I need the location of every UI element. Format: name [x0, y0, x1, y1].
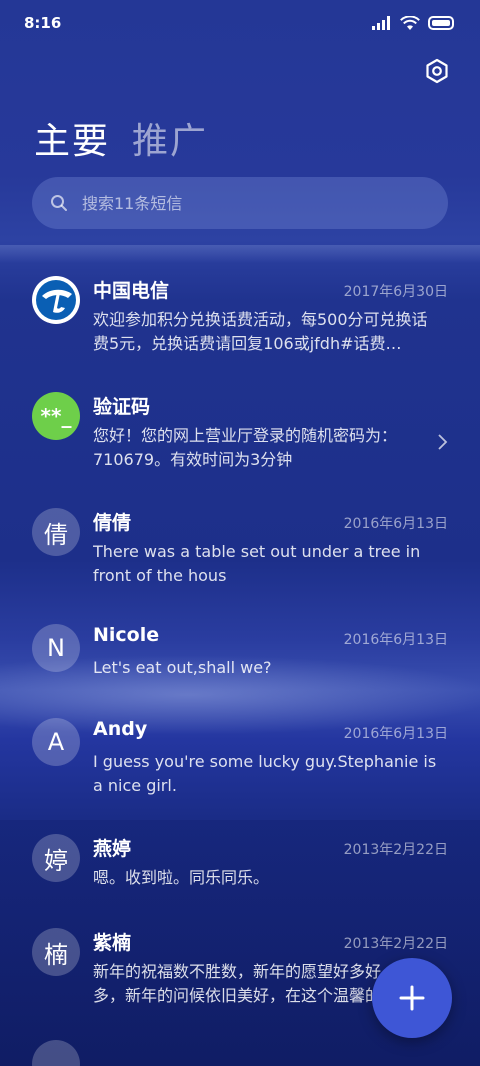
status-bar: 8:16: [0, 0, 480, 46]
message-date: 2013年2月22日: [343, 936, 448, 952]
gear-icon: [426, 58, 448, 84]
sender-name: 紫楠: [93, 932, 132, 954]
search-icon: [51, 195, 67, 211]
message-preview: 嗯。收到啦。同乐同乐。: [93, 868, 270, 887]
search-input[interactable]: [82, 193, 402, 213]
message-date: 2016年6月13日: [343, 632, 448, 648]
message-preview: 您好！您的网上营业厅登录的随机密码为：710679。有效时间为3分钟: [93, 426, 398, 469]
avatar: 倩: [32, 508, 80, 556]
settings-button[interactable]: [424, 58, 450, 84]
avatar: 婷: [32, 834, 80, 882]
conversation-item[interactable]: 婷 燕婷 2013年2月22日 嗯。收到啦。同乐同乐。: [0, 822, 480, 916]
conversation-item[interactable]: **_ 验证码 您好！您的网上营业厅登录的随机密码为：710679。有效时间为3…: [0, 380, 480, 496]
conversation-item[interactable]: 中国电信 2017年6月30日 欢迎参加积分兑换话费活动，每500分可兑换话费5…: [0, 264, 480, 380]
avatar: A: [32, 718, 80, 766]
avatar: 楠: [32, 928, 80, 976]
status-time: 8:16: [24, 14, 62, 32]
battery-icon: [428, 16, 454, 30]
plus-icon: [399, 985, 425, 1011]
tab-bar: 主要 推广: [34, 112, 208, 164]
message-date: 2017年6月30日: [343, 284, 448, 300]
message-preview: 新年的祝福数不胜数，新年的愿望好多好多，新年的问候依旧美好，在这个温馨的: [93, 962, 382, 1005]
status-icons: [372, 15, 456, 31]
chevron-right-icon[interactable]: [436, 432, 448, 452]
avatar: N: [32, 624, 80, 672]
message-preview: There was a table set out under a tree i…: [93, 542, 421, 585]
message-preview: Let's eat out,shall we?: [93, 658, 272, 677]
message-preview: I guess you're some lucky guy.Stephanie …: [93, 752, 437, 795]
message-list: 中国电信 2017年6月30日 欢迎参加积分兑换话费活动，每500分可兑换话费5…: [0, 264, 480, 1032]
conversation-item[interactable]: 倩 倩倩 2016年6月13日 There was a table set ou…: [0, 496, 480, 612]
tab-primary[interactable]: 主要: [34, 112, 110, 164]
message-date: 2016年6月13日: [343, 516, 448, 532]
avatar: [32, 276, 80, 324]
sender-name: 中国电信: [93, 280, 170, 302]
compose-button[interactable]: [372, 958, 452, 1038]
wifi-icon: [400, 15, 420, 30]
sender-name: Nicole: [93, 624, 160, 646]
avatar: **_: [32, 392, 80, 440]
telecom-logo-icon: [36, 280, 76, 320]
sender-name: 倩倩: [93, 512, 132, 534]
sender-name: 验证码: [93, 396, 151, 418]
message-date: 2013年2月22日: [343, 842, 448, 858]
conversation-item[interactable]: A Andy 2016年6月13日 I guess you're some lu…: [0, 706, 480, 816]
tab-promotions[interactable]: 推广: [132, 112, 208, 164]
search-bar[interactable]: [32, 177, 448, 229]
message-preview: 欢迎参加积分兑换话费活动，每500分可兑换话费5元，兑换话费请回复106或jfd…: [93, 310, 428, 353]
signal-icon: [372, 16, 390, 30]
sender-name: 燕婷: [93, 838, 132, 860]
message-date: 2016年6月13日: [343, 726, 448, 742]
sender-name: Andy: [93, 718, 148, 740]
